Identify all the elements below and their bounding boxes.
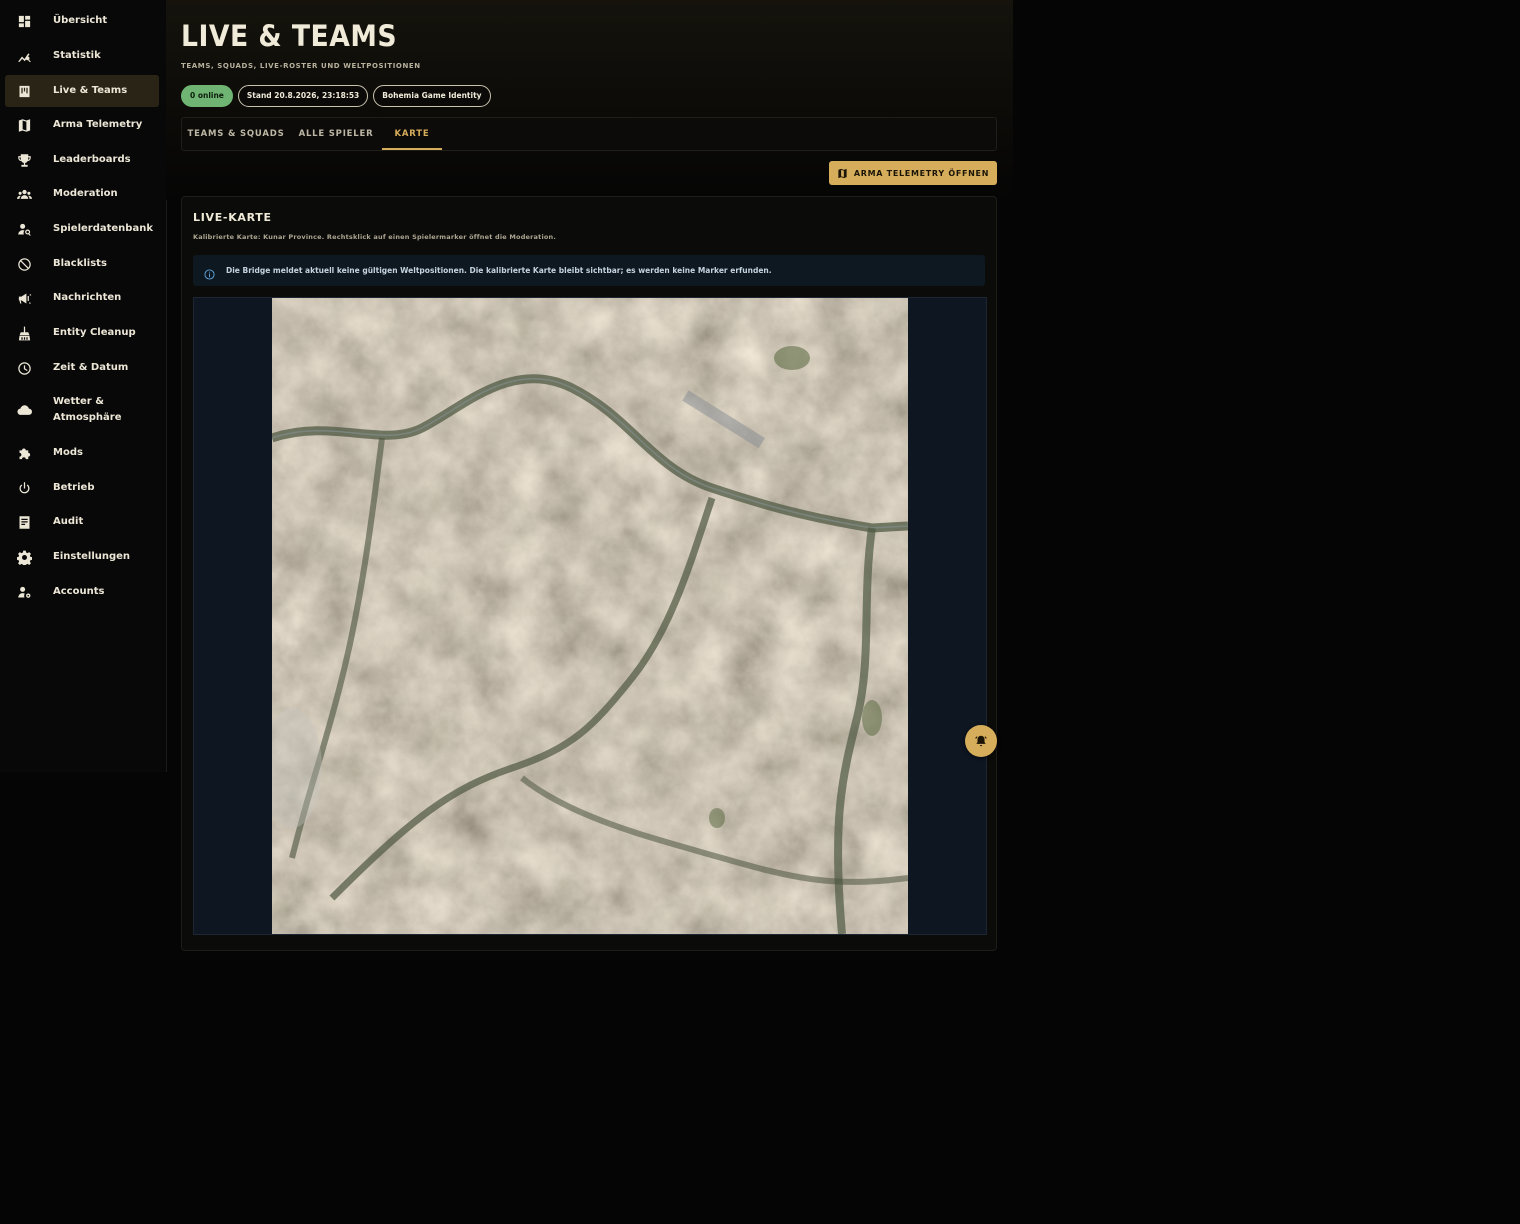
tab-karte[interactable]: KARTE <box>382 118 442 150</box>
map-icon <box>838 168 847 178</box>
timestamp-badge: Stand 20.8.2026, 23:18:53 <box>237 85 369 107</box>
sidebar-item-label: Live & Teams <box>53 85 128 96</box>
sidebar-item-arma-telemetry[interactable]: Arma Telemetry <box>5 117 159 133</box>
user-search-icon <box>16 221 32 237</box>
sidebar-item-label: Arma Telemetry <box>53 119 143 130</box>
trophy-icon <box>16 152 32 168</box>
map-icon <box>16 117 32 133</box>
sidebar-item-leaderboards[interactable]: Leaderboards <box>5 152 159 168</box>
sidebar: Übersicht Statistik Live & Teams Arma Te… <box>0 0 167 772</box>
sidebar-item-label: Audit <box>53 516 84 527</box>
gear-icon <box>16 549 32 565</box>
info-text: Die Bridge meldet aktuell keine gültigen… <box>226 266 772 275</box>
page-subtitle: TEAMS, SQUADS, LIVE-ROSTER UND WELTPOSIT… <box>181 62 421 70</box>
sidebar-item-label: Accounts <box>53 586 105 597</box>
sidebar-item-moderation[interactable]: Moderation <box>5 186 159 202</box>
sidebar-item-accounts[interactable]: Accounts <box>5 584 159 600</box>
broom-icon <box>16 325 32 341</box>
card-subtitle: Kalibrierte Karte: Kunar Province. Recht… <box>193 233 557 241</box>
sidebar-item-mods[interactable]: Mods <box>5 445 159 461</box>
power-icon <box>16 480 32 496</box>
sidebar-item-audit[interactable]: Audit <box>5 514 159 530</box>
sidebar-item-label: Mods <box>53 447 83 458</box>
dashboard-icon <box>16 13 32 29</box>
sidebar-item-zeit-datum[interactable]: Zeit & Datum <box>5 360 159 376</box>
terrain-map[interactable] <box>272 298 908 934</box>
online-badge: 0 online <box>181 85 233 107</box>
sidebar-item-einstellungen[interactable]: Einstellungen <box>5 549 159 565</box>
user-gear-icon <box>16 584 32 600</box>
sidebar-item-label: Leaderboards <box>53 154 131 165</box>
status-badges: 0 online Stand 20.8.2026, 23:18:53 Bohem… <box>181 85 491 107</box>
block-icon <box>16 256 32 272</box>
sidebar-item-wetter-atmosphaere[interactable]: Wetter & Atmosphäre <box>5 394 159 426</box>
sidebar-item-nachrichten[interactable]: Nachrichten <box>5 290 159 306</box>
info-banner: Die Bridge meldet aktuell keine gültigen… <box>193 255 985 286</box>
sidebar-item-label: Einstellungen <box>53 551 131 562</box>
tab-alle-spieler[interactable]: ALLE SPIELER <box>290 118 382 150</box>
teams-icon <box>16 83 32 99</box>
page-title: LIVE & TEAMS <box>181 19 398 53</box>
chart-icon <box>16 48 32 64</box>
open-arma-telemetry-button[interactable]: ARMA TELEMETRY ÖFFNEN <box>829 161 997 185</box>
sidebar-item-statistik[interactable]: Statistik <box>5 48 159 64</box>
clock-icon <box>16 360 32 376</box>
alert-button[interactable] <box>965 725 997 757</box>
tab-teams-squads[interactable]: TEAMS & SQUADS <box>182 118 290 150</box>
sidebar-item-label: Blacklists <box>53 258 107 269</box>
megaphone-icon <box>16 290 32 306</box>
sidebar-item-label: Betrieb <box>53 482 95 493</box>
receipt-icon <box>16 514 32 530</box>
sidebar-item-label: Wetter & Atmosphäre <box>53 396 122 423</box>
sidebar-item-label: Zeit & Datum <box>53 362 129 373</box>
sidebar-item-uebersicht[interactable]: Übersicht <box>5 13 159 29</box>
alarm-bell-icon <box>975 735 987 747</box>
cloud-icon <box>16 402 32 418</box>
sidebar-item-live-teams[interactable]: Live & Teams <box>5 75 159 107</box>
button-label: ARMA TELEMETRY ÖFFNEN <box>853 168 990 178</box>
sidebar-item-label: Statistik <box>53 50 101 61</box>
map-viewport[interactable] <box>193 297 987 935</box>
info-icon <box>204 265 215 280</box>
tab-bar: TEAMS & SQUADS ALLE SPIELER KARTE <box>181 117 997 151</box>
sidebar-item-betrieb[interactable]: Betrieb <box>5 480 159 496</box>
group-icon <box>16 186 32 202</box>
sidebar-item-label: Moderation <box>53 188 118 199</box>
sidebar-item-label: Übersicht <box>53 15 108 26</box>
sidebar-item-blacklists[interactable]: Blacklists <box>5 256 159 272</box>
puzzle-icon <box>16 445 32 461</box>
sidebar-item-label: Nachrichten <box>53 292 122 303</box>
card-title: LIVE-KARTE <box>193 211 272 224</box>
sidebar-item-entity-cleanup[interactable]: Entity Cleanup <box>5 325 159 341</box>
sidebar-item-label: Spielerdatenbank <box>53 223 153 234</box>
sidebar-item-label: Entity Cleanup <box>53 327 136 338</box>
identity-badge: Bohemia Game Identity <box>373 85 491 107</box>
live-map-card: LIVE-KARTE Kalibrierte Karte: Kunar Prov… <box>181 196 997 951</box>
sidebar-item-spielerdatenbank[interactable]: Spielerdatenbank <box>5 221 159 237</box>
